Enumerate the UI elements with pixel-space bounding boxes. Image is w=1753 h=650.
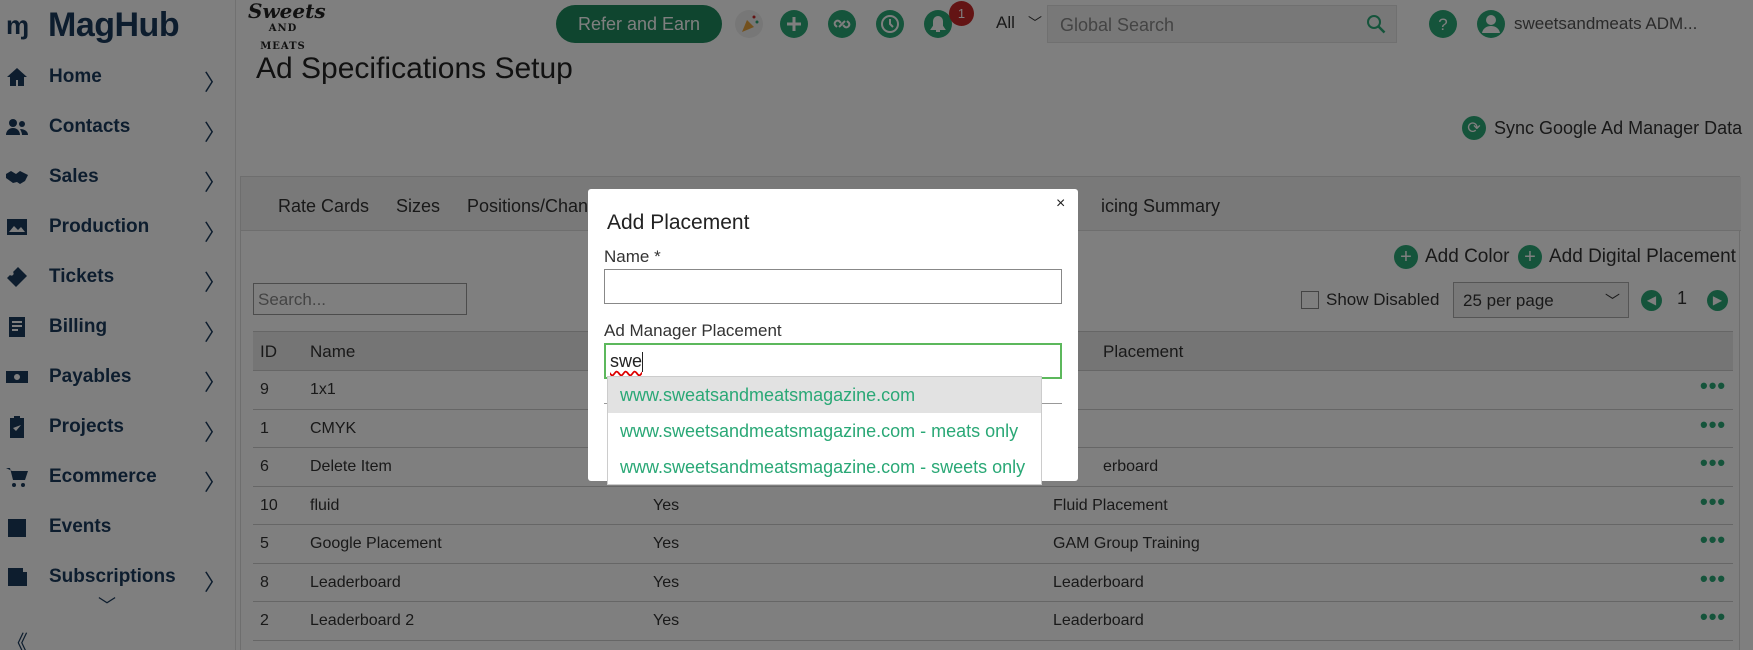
ad-manager-placement-label: Ad Manager Placement (604, 321, 782, 340)
dialog-title: Add Placement (607, 211, 750, 234)
placement-autocomplete-list: www.sweatsandmeatsmagazine.com www.sweet… (607, 376, 1042, 485)
name-field[interactable] (604, 269, 1062, 304)
autocomplete-option[interactable]: www.sweetsandmeatsmagazine.com - meats o… (608, 413, 1041, 449)
autocomplete-option[interactable]: www.sweatsandmeatsmagazine.com (608, 377, 1041, 413)
autocomplete-option[interactable]: www.sweetsandmeatsmagazine.com - sweets … (608, 449, 1041, 485)
ad-manager-placement-input[interactable]: swe (604, 343, 1062, 379)
placement-input-value: swe (610, 351, 643, 371)
text-cursor (642, 352, 644, 373)
name-label: Name * (604, 247, 661, 266)
close-icon[interactable]: × (1056, 195, 1065, 213)
